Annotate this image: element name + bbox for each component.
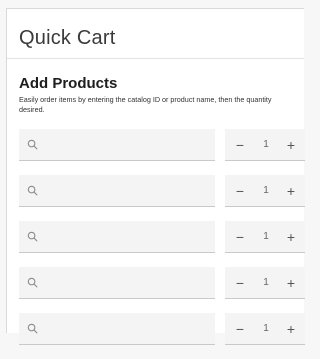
increment-button[interactable]: + (282, 135, 300, 155)
quantity-value[interactable]: 1 (255, 181, 277, 201)
product-search-input[interactable] (43, 221, 209, 251)
product-search-field[interactable] (19, 221, 215, 253)
header-divider (7, 58, 304, 59)
increment-button[interactable]: + (282, 227, 300, 247)
decrement-button[interactable]: − (231, 227, 249, 247)
search-icon (27, 277, 38, 288)
product-search-field[interactable] (19, 175, 215, 207)
section-description: Easily order items by entering the catal… (19, 95, 272, 114)
quantity-stepper: − 1 + (225, 313, 305, 345)
search-icon (27, 231, 38, 242)
product-search-field[interactable] (19, 129, 215, 161)
quantity-value[interactable]: 1 (255, 273, 277, 293)
quantity-value[interactable]: 1 (255, 319, 277, 339)
quantity-stepper: − 1 + (225, 221, 305, 253)
decrement-button[interactable]: − (231, 181, 249, 201)
product-search-input[interactable] (43, 267, 209, 297)
product-search-input[interactable] (43, 313, 209, 343)
page-title: Quick Cart (19, 27, 116, 49)
quantity-stepper: − 1 + (225, 175, 305, 207)
product-search-field[interactable] (19, 267, 215, 299)
product-rows: − 1 + − 1 + − 1 + − 1 + − 1 + (19, 129, 305, 359)
search-icon (27, 185, 38, 196)
product-row: − 1 + (19, 313, 305, 359)
product-search-input[interactable] (43, 129, 209, 159)
increment-button[interactable]: + (282, 273, 300, 293)
product-row: − 1 + (19, 129, 305, 175)
quantity-stepper: − 1 + (225, 267, 305, 299)
quantity-value[interactable]: 1 (255, 227, 277, 247)
section-title: Add Products (19, 75, 118, 92)
decrement-button[interactable]: − (231, 135, 249, 155)
product-search-field[interactable] (19, 313, 215, 345)
increment-button[interactable]: + (282, 181, 300, 201)
quantity-value[interactable]: 1 (255, 135, 277, 155)
search-icon (27, 323, 38, 334)
product-row: − 1 + (19, 221, 305, 267)
quantity-stepper: − 1 + (225, 129, 305, 161)
product-row: − 1 + (19, 175, 305, 221)
product-row: − 1 + (19, 267, 305, 313)
decrement-button[interactable]: − (231, 319, 249, 339)
search-icon (27, 139, 38, 150)
quick-cart-panel: Quick Cart Add Products Easily order ite… (6, 8, 305, 345)
decrement-button[interactable]: − (231, 273, 249, 293)
increment-button[interactable]: + (282, 319, 300, 339)
product-search-input[interactable] (43, 175, 209, 205)
